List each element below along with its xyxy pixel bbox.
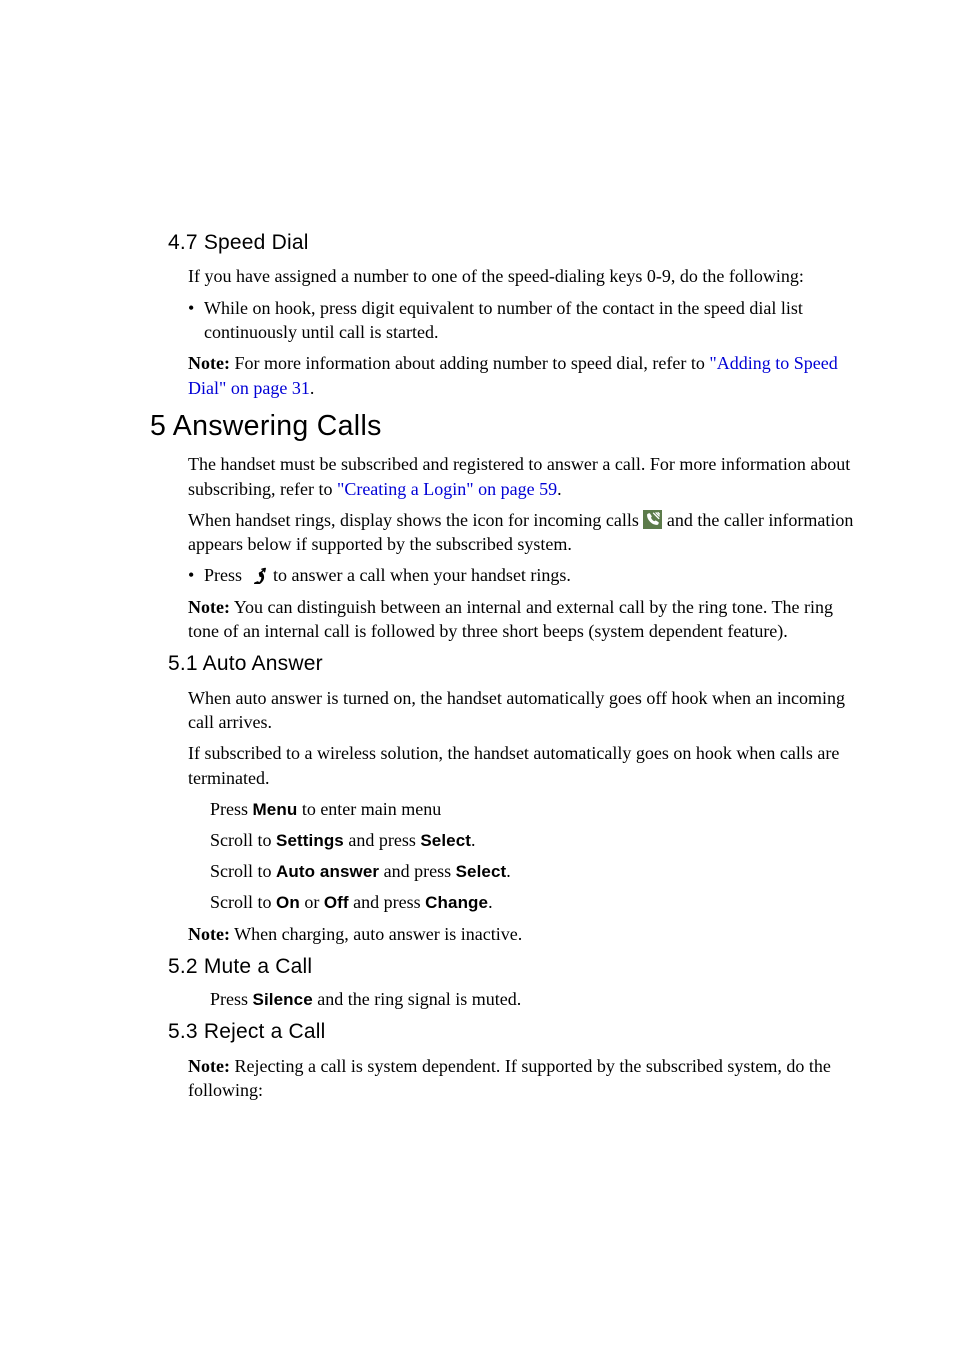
ui-select: Select [456, 862, 507, 881]
incoming-call-icon [643, 510, 662, 529]
note-5-1: Note: When charging, auto answer is inac… [188, 922, 861, 946]
note-body: Rejecting a call is system dependent. If… [188, 1056, 831, 1100]
ui-off: Off [324, 893, 349, 912]
list-item: Press to answer a call when your handset… [188, 563, 861, 587]
text-a: When handset rings, display shows the ic… [188, 510, 643, 530]
ui-auto-answer: Auto answer [276, 862, 379, 881]
para-5-registered: The handset must be subscribed and regis… [188, 452, 861, 501]
note-4-7: Note: For more information about adding … [188, 351, 861, 400]
ui-settings: Settings [276, 831, 344, 850]
handset-icon [247, 566, 269, 584]
note-body: For more information about adding number… [230, 353, 709, 373]
t4: . [488, 892, 493, 912]
note-label: Note: [188, 353, 230, 373]
steps-5-1: Press Menu to enter main menu Scroll to … [210, 797, 861, 915]
heading-5-1: 5.1 Auto Answer [168, 650, 861, 678]
t: Scroll to [210, 861, 276, 881]
ui-silence: Silence [253, 990, 313, 1009]
t2: and the ring signal is muted. [313, 989, 521, 1009]
step-2: Scroll to Settings and press Select. [210, 828, 861, 853]
heading-5-2: 5.2 Mute a Call [168, 953, 861, 981]
step-1: Press Menu to enter main menu [210, 797, 861, 822]
note-label: Note: [188, 597, 230, 617]
ui-menu: Menu [253, 800, 298, 819]
steps-5-2: Press Silence and the ring signal is mut… [210, 987, 861, 1012]
para-5-1-a: When auto answer is turned on, the hands… [188, 686, 861, 735]
list-4-7: While on hook, press digit equivalent to… [188, 296, 861, 345]
t3: and press [349, 892, 425, 912]
text-b: to answer a call when your handset rings… [269, 565, 571, 585]
list-item: While on hook, press digit equivalent to… [188, 296, 861, 345]
t: Scroll to [210, 892, 276, 912]
para-5-1-b: If subscribed to a wireless solution, th… [188, 741, 861, 790]
text-a: Press [204, 565, 247, 585]
t3: . [506, 861, 511, 881]
note-tail: . [310, 378, 315, 398]
t2: or [300, 892, 324, 912]
note-label: Note: [188, 1056, 230, 1076]
bullet-text: While on hook, press digit equivalent to… [204, 298, 803, 342]
text-tail: . [557, 479, 562, 499]
heading-4-7: 4.7 Speed Dial [168, 229, 861, 257]
para-5-ring: When handset rings, display shows the ic… [188, 508, 861, 557]
t3: . [471, 830, 476, 850]
ui-select: Select [420, 831, 471, 850]
note-label: Note: [188, 924, 230, 944]
step-4: Scroll to On or Off and press Change. [210, 890, 861, 915]
t: Press [210, 989, 253, 1009]
ui-change: Change [425, 893, 488, 912]
ui-on: On [276, 893, 300, 912]
heading-5-3: 5.3 Reject a Call [168, 1018, 861, 1046]
note-body: When charging, auto answer is inactive. [230, 924, 522, 944]
heading-5: 5 Answering Calls [150, 407, 861, 445]
t: Press [210, 799, 253, 819]
t: Scroll to [210, 830, 276, 850]
note-body: You can distinguish between an internal … [188, 597, 833, 641]
t2: and press [379, 861, 455, 881]
step-1: Press Silence and the ring signal is mut… [210, 987, 861, 1012]
link-creating-login[interactable]: "Creating a Login" on page 59 [337, 479, 557, 499]
t2: to enter main menu [297, 799, 441, 819]
t2: and press [344, 830, 420, 850]
para-4-7-intro: If you have assigned a number to one of … [188, 264, 861, 288]
note-5-3: Note: Rejecting a call is system depende… [188, 1054, 861, 1103]
step-3: Scroll to Auto answer and press Select. [210, 859, 861, 884]
list-5: Press to answer a call when your handset… [188, 563, 861, 587]
note-5: Note: You can distinguish between an int… [188, 595, 861, 644]
